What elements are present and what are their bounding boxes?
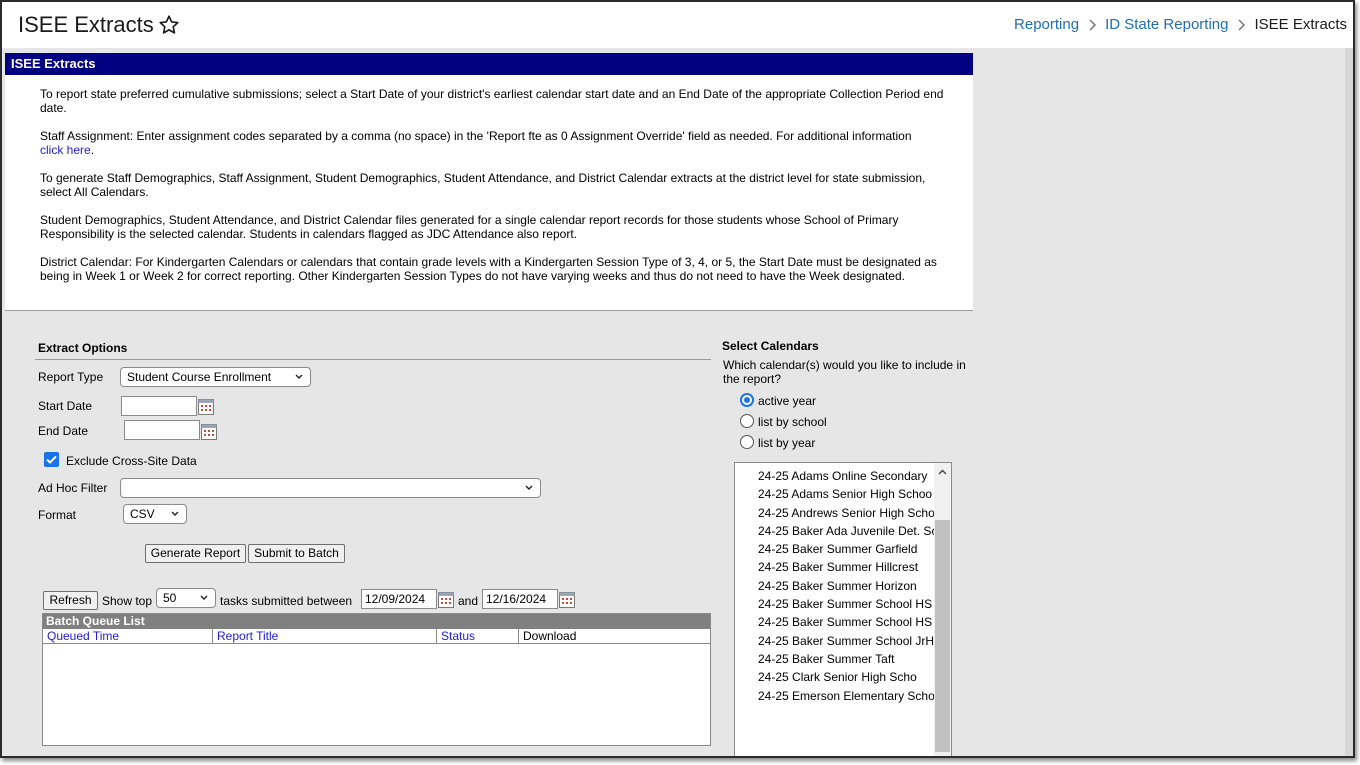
click-here-link[interactable]: click here xyxy=(40,143,91,157)
chevron-down-icon xyxy=(171,511,179,516)
calendar-icon[interactable] xyxy=(201,424,217,440)
calendar-list-item[interactable]: 24-25 Baker Summer Hillcrest xyxy=(735,558,935,576)
column-report-title[interactable]: Report Title xyxy=(213,629,437,644)
format-label: Format xyxy=(38,508,77,522)
breadcrumb: Reporting ID State Reporting ISEE Extrac… xyxy=(1014,16,1347,33)
chevron-right-icon xyxy=(1238,18,1246,31)
breadcrumb-reporting[interactable]: Reporting xyxy=(1014,16,1079,33)
chevron-right-icon xyxy=(1089,18,1097,31)
calendar-list-item[interactable]: 24-25 Adams Senior High Schoo xyxy=(735,485,935,503)
and-label: and xyxy=(458,594,479,608)
calendar-icon[interactable] xyxy=(198,399,214,415)
calendar-list-item[interactable]: 24-25 Baker Summer Taft xyxy=(735,650,935,668)
format-value: CSV xyxy=(130,507,155,521)
calendar-list-item[interactable]: 24-25 Baker Summer School HS xyxy=(735,613,935,631)
instruction-paragraph: To generate Staff Demographics, Staff As… xyxy=(40,171,926,199)
column-queued-time[interactable]: Queued Time xyxy=(43,629,213,644)
report-type-value: Student Course Enrollment xyxy=(127,370,272,384)
start-date-label: Start Date xyxy=(38,399,93,413)
start-date-input[interactable] xyxy=(121,396,197,416)
calendar-list-item[interactable]: 24-25 Clark Senior High Scho xyxy=(735,668,935,686)
app-window: ISEE Extracts Reporting ID State Reporti… xyxy=(0,0,1355,758)
calendar-icon[interactable] xyxy=(559,592,575,608)
radio-list-by-school-label: list by school xyxy=(758,415,827,429)
column-status[interactable]: Status xyxy=(437,629,519,644)
star-icon[interactable] xyxy=(158,14,180,36)
calendar-listbox[interactable]: 24-25 Adams Online Secondary 24-25 Adams … xyxy=(734,462,952,756)
radio-list-by-year[interactable] xyxy=(740,435,754,449)
exclude-cross-site-checkbox[interactable] xyxy=(44,452,59,467)
page-scrollbar[interactable] xyxy=(1345,48,1353,756)
generate-report-button[interactable]: Generate Report xyxy=(145,544,246,563)
page-title: ISEE Extracts xyxy=(18,12,154,37)
instructions-text: To report state preferred cumulative sub… xyxy=(5,75,973,283)
show-top-select[interactable]: 50 xyxy=(156,588,216,608)
instruction-paragraph: Student Demographics, Student Attendance… xyxy=(40,213,899,241)
instruction-paragraph: District Calendar: For Kindergarten Cale… xyxy=(40,255,937,283)
calendar-list-item[interactable]: 24-25 Baker Summer Garfield xyxy=(735,540,935,558)
exclude-cross-site-label: Exclude Cross-Site Data xyxy=(66,454,197,468)
checkmark-icon xyxy=(46,455,57,464)
batch-queue-title: Batch Queue List xyxy=(43,614,710,629)
radio-active-year-label: active year xyxy=(758,394,817,408)
from-date-input[interactable]: 12/09/2024 xyxy=(361,589,437,609)
listbox-scrollbar[interactable] xyxy=(934,463,951,756)
instructions-panel: ISEE Extracts To report state preferred … xyxy=(5,53,973,311)
show-top-label: Show top xyxy=(102,594,153,608)
instruction-text: Staff Assignment: Enter assignment codes… xyxy=(40,129,912,143)
radio-list-by-school[interactable] xyxy=(740,414,754,428)
refresh-button[interactable]: Refresh xyxy=(43,591,98,610)
instruction-paragraph: Staff Assignment: Enter assignment codes… xyxy=(40,129,945,157)
breadcrumb-id-state-reporting[interactable]: ID State Reporting xyxy=(1105,16,1228,33)
report-type-select[interactable]: Student Course Enrollment xyxy=(120,367,311,387)
instruction-text: . xyxy=(90,143,95,157)
calendar-list-item[interactable]: 24-25 Emerson Elementary Scho xyxy=(735,687,935,705)
top-bar: ISEE Extracts Reporting ID State Reporti… xyxy=(2,2,1353,48)
end-date-input[interactable] xyxy=(124,420,200,440)
breadcrumb-current: ISEE Extracts xyxy=(1254,16,1347,33)
select-calendars-title: Select Calendars xyxy=(722,339,819,353)
scrollbar-thumb[interactable] xyxy=(935,520,950,752)
chevron-down-icon xyxy=(525,485,533,490)
submit-to-batch-button[interactable]: Submit to Batch xyxy=(248,544,345,563)
column-download: Download xyxy=(523,629,577,643)
format-select[interactable]: CSV xyxy=(123,504,187,524)
chevron-down-icon xyxy=(295,374,303,379)
divider xyxy=(35,359,711,360)
panel-heading: ISEE Extracts xyxy=(5,53,973,75)
calendar-list-item[interactable]: 24-25 Baker Summer School JrH xyxy=(735,632,935,650)
ad-hoc-filter-select[interactable] xyxy=(120,478,541,498)
end-date-label: End Date xyxy=(38,424,89,438)
radio-list-by-year-label: list by year xyxy=(758,436,816,450)
calendar-list-item[interactable]: 24-25 Andrews Senior High Scho xyxy=(735,504,935,522)
report-type-label: Report Type xyxy=(38,370,104,384)
calendar-list: 24-25 Adams Online Secondary 24-25 Adams … xyxy=(735,463,951,705)
calendar-icon[interactable] xyxy=(438,592,454,608)
batch-queue-list: Batch Queue List Queued Time Report Titl… xyxy=(42,613,711,746)
calendar-list-item[interactable]: 24-25 Baker Summer School HS xyxy=(735,595,935,613)
chevron-down-icon xyxy=(200,595,208,600)
chevron-up-icon[interactable] xyxy=(938,469,947,475)
ad-hoc-filter-label: Ad Hoc Filter xyxy=(38,481,108,495)
extract-options-title: Extract Options xyxy=(38,341,128,355)
calendars-question: Which calendar(s) would you like to incl… xyxy=(723,358,966,386)
instruction-paragraph: To report state preferred cumulative sub… xyxy=(40,87,944,115)
batch-queue-header-row: Queued Time Report Title Status Download xyxy=(43,629,710,644)
show-top-value: 50 xyxy=(163,591,177,605)
tasks-between-label: tasks submitted between xyxy=(220,594,353,608)
calendar-list-item[interactable]: 24-25 Baker Summer Horizon xyxy=(735,577,935,595)
calendar-list-item[interactable]: 24-25 Baker Ada Juvenile Det. Sc xyxy=(735,522,935,540)
radio-active-year[interactable] xyxy=(740,393,754,407)
to-date-input[interactable]: 12/16/2024 xyxy=(482,589,558,609)
calendar-list-item[interactable]: 24-25 Adams Online Secondary xyxy=(735,467,935,485)
